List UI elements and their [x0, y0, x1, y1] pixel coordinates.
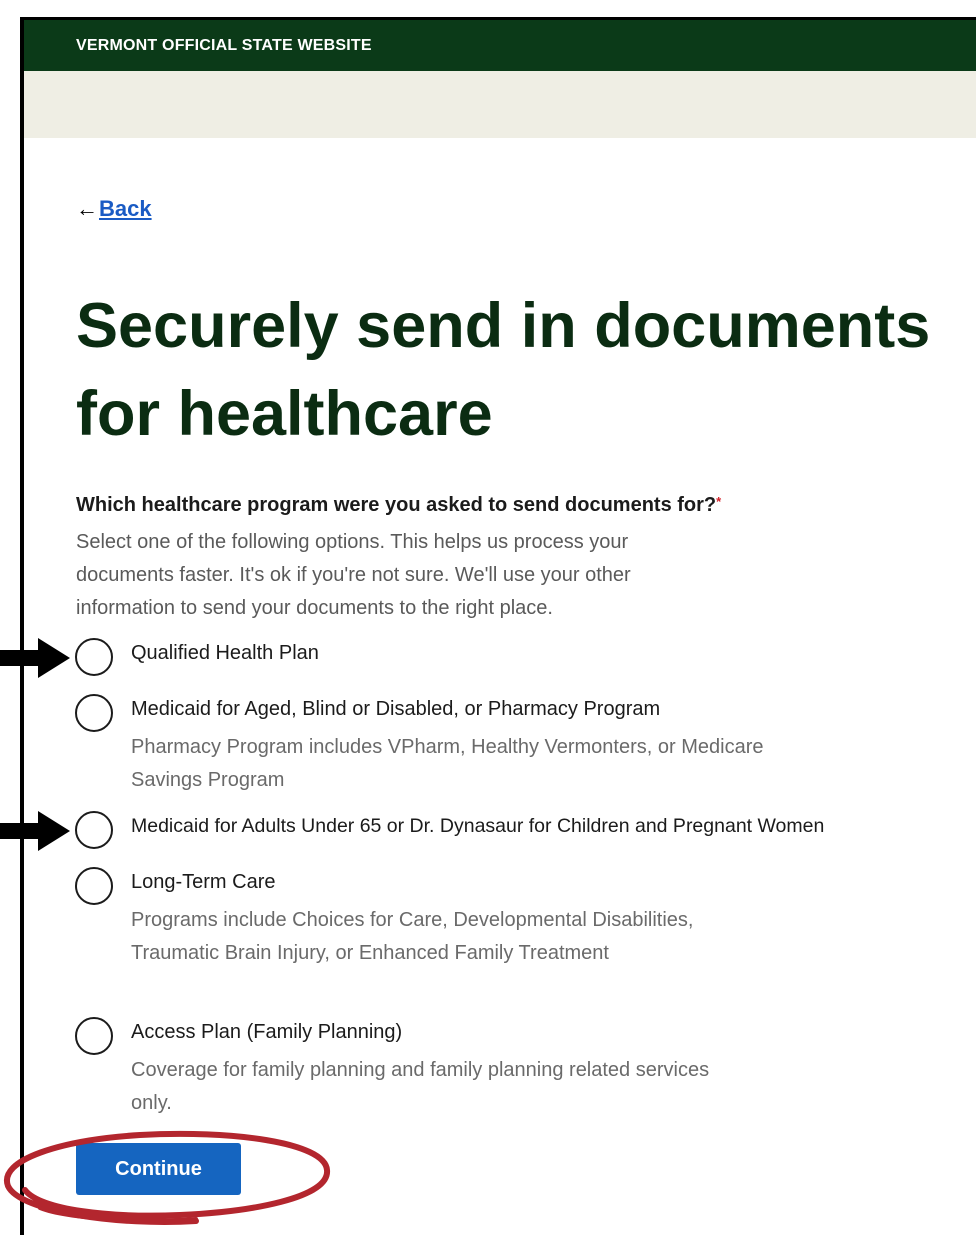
question-label: Which healthcare program were you asked … — [76, 494, 721, 517]
question-hint: Select one of the following options. Thi… — [76, 531, 631, 619]
radio-button[interactable] — [75, 638, 113, 676]
option-label[interactable]: Qualified Health Plan — [131, 642, 319, 665]
annotation-arrow-icon — [0, 638, 70, 678]
official-site-banner: VERMONT OFFICIAL STATE WEBSITE — [24, 20, 976, 71]
radio-button[interactable] — [75, 811, 113, 849]
back-link[interactable]: Back — [99, 196, 152, 222]
option-label[interactable]: Medicaid for Aged, Blind or Disabled, or… — [131, 698, 660, 721]
radio-button[interactable] — [75, 694, 113, 732]
back-link-container[interactable]: ← Back — [76, 196, 152, 222]
option-label[interactable]: Long-Term Care — [131, 871, 276, 894]
required-marker: * — [716, 494, 722, 509]
question-text: Which healthcare program were you asked … — [76, 494, 717, 516]
page-title: Securely send in documents for healthcar… — [76, 291, 931, 449]
option-label[interactable]: Access Plan (Family Planning) — [131, 1021, 402, 1044]
option-label[interactable]: Medicaid for Adults Under 65 or Dr. Dyna… — [131, 815, 824, 838]
annotation-arrow-icon — [0, 811, 70, 851]
radio-button[interactable] — [75, 867, 113, 905]
annotation-circle-highlight — [3, 1130, 330, 1226]
annotation-frame-left — [20, 17, 24, 1235]
option-description: Coverage for family planning and family … — [131, 1059, 710, 1114]
radio-button[interactable] — [75, 1017, 113, 1055]
banner-text: VERMONT OFFICIAL STATE WEBSITE — [76, 36, 372, 54]
header-band — [24, 71, 976, 138]
left-arrow-icon: ← — [76, 196, 98, 221]
option-description: Programs include Choices for Care, Devel… — [131, 909, 694, 964]
option-description: Pharmacy Program includes VPharm, Health… — [131, 736, 764, 791]
